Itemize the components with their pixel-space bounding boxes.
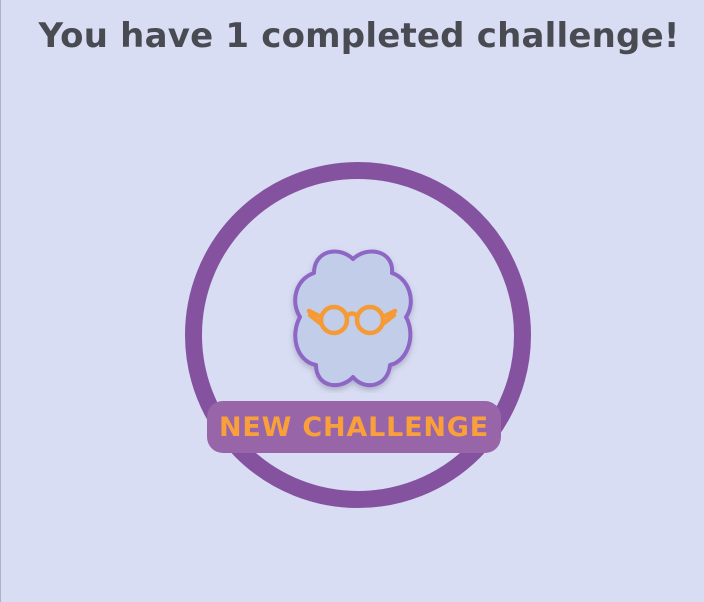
new-challenge-button[interactable]: NEW CHALLENGE	[207, 401, 501, 453]
left-border	[0, 0, 1, 602]
badge-shape	[293, 249, 413, 387]
new-challenge-label: NEW CHALLENGE	[219, 411, 489, 443]
completed-count-heading: You have 1 completed challenge!	[38, 16, 680, 56]
challenge-screen: You have 1 completed challenge! NEW CHAL…	[0, 0, 704, 602]
challenge-badge	[282, 243, 424, 393]
